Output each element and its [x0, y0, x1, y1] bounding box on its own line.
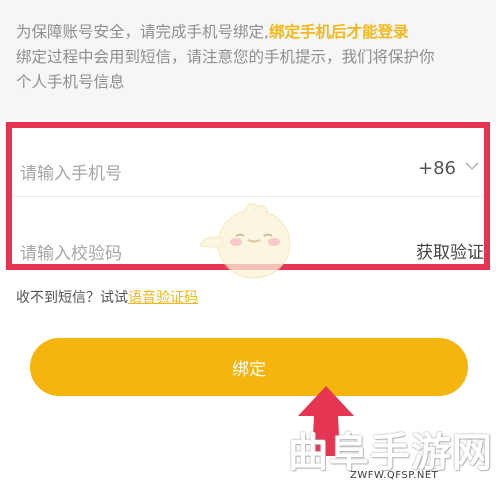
voice-code-link[interactable]: 语音验证码: [128, 290, 198, 306]
notice-line-1: 为保障账号安全，请完成手机号绑定,绑定手机后才能登录: [16, 20, 486, 45]
notice-highlight: 绑定手机后才能登录: [268, 23, 409, 41]
notice-line-1-text: 为保障账号安全，请完成手机号绑定,: [16, 23, 269, 41]
security-notice: 为保障账号安全，请完成手机号绑定,绑定手机后才能登录 绑定过程中会用到短信，请注…: [16, 20, 486, 95]
notice-line-2: 绑定过程中会用到短信，请注意您的手机提示，我们将保护你: [16, 48, 435, 66]
voice-code-hint: 收不到短信？试试语音验证码: [16, 287, 198, 307]
phone-input-placeholder[interactable]: 请输入手机号: [20, 159, 122, 184]
notice-line-3: 个人手机号信息: [16, 73, 125, 91]
bind-button[interactable]: 绑定: [30, 338, 468, 396]
voice-hint-text: 收不到短信？试试: [16, 290, 128, 306]
country-code-selector[interactable]: +86: [418, 158, 456, 179]
chevron-down-icon[interactable]: [464, 158, 480, 174]
get-code-button[interactable]: 获取验证: [416, 238, 484, 263]
code-input-placeholder[interactable]: 请输入校验码: [20, 239, 122, 264]
watermark-url: ZWFW.QFSP.NET: [350, 470, 439, 481]
phone-number-field[interactable]: 请输入手机号 +86: [12, 128, 484, 197]
bind-phone-page: 为保障账号安全，请完成手机号绑定,绑定手机后才能登录 绑定过程中会用到短信，请注…: [0, 0, 496, 486]
mascot-watermark-image: [199, 203, 291, 279]
